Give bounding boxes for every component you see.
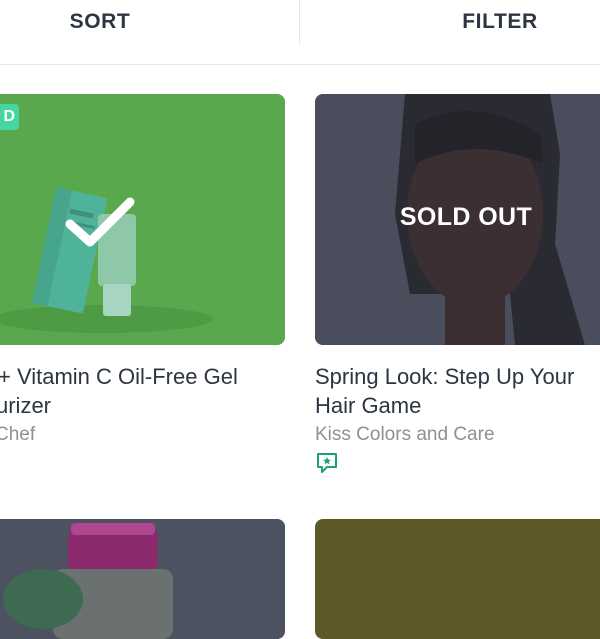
bar-divider: [299, 0, 300, 44]
product-image-1[interactable]: D: [0, 94, 285, 345]
sort-filter-bar: SORT FILTER: [0, 0, 600, 65]
product-image-4[interactable]: [315, 519, 600, 639]
product-photo-3: [0, 519, 285, 639]
product-badge: D: [0, 104, 19, 130]
sold-out-overlay: SOLD OUT: [399, 203, 533, 231]
filter-button[interactable]: FILTER: [400, 0, 600, 44]
product-title-1-line2[interactable]: urizer: [0, 391, 51, 420]
sort-button[interactable]: SORT: [0, 0, 200, 44]
checkmark-icon: [65, 197, 135, 247]
product-title-2-line2[interactable]: Hair Game: [315, 391, 421, 420]
product-title-2-line1[interactable]: Spring Look: Step Up Your: [315, 362, 574, 391]
product-image-3[interactable]: [0, 519, 285, 639]
product-image-2[interactable]: SOLD OUT: [315, 94, 600, 345]
chat-star-icon: [317, 453, 337, 473]
product-brand-1[interactable]: Chef: [0, 424, 35, 446]
product-title-1-line1[interactable]: + Vitamin C Oil-Free Gel: [0, 362, 238, 391]
product-photo-1: [0, 94, 285, 345]
product-brand-2[interactable]: Kiss Colors and Care: [315, 424, 495, 446]
